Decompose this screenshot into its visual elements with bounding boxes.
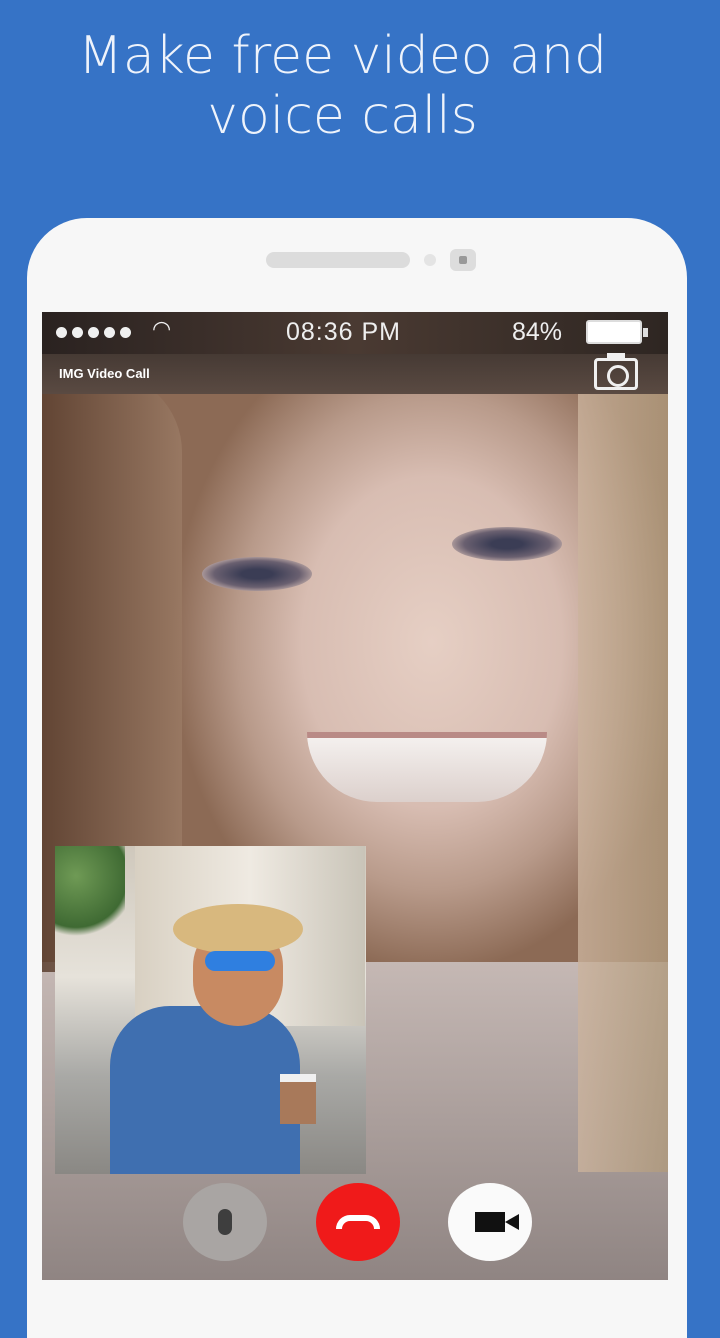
end-call-icon [336,1215,380,1229]
video-camera-icon [475,1212,519,1232]
mute-button[interactable] [183,1183,267,1261]
end-call-button[interactable] [316,1183,400,1261]
switch-camera-icon[interactable] [594,353,638,390]
pip-coffee-cup [280,1074,316,1124]
remote-video-hair-right [578,372,668,1172]
phone-sensor [424,254,436,266]
front-camera-icon [450,249,476,271]
battery-percent: 84% [512,318,563,346]
headline-line-1: Make free video and [78,26,607,86]
remote-video-smile [307,732,547,802]
status-bar: ◠ 08:36 PM 84% [42,312,668,354]
signal-icon [56,327,131,338]
remote-video-eye [452,527,562,561]
pip-person-sunglasses [205,951,275,971]
status-time: 08:36 PM [286,318,402,346]
app-bar: IMG Video Call [42,353,668,394]
promo-headline: Make free video and voice calls [0,26,685,146]
wifi-icon: ◠ [152,316,172,341]
app-title: IMG Video Call [59,366,150,381]
remote-video-eye [202,557,312,591]
self-video-preview[interactable] [55,846,366,1174]
pip-person-hat [173,904,303,954]
headline-line-2: voice calls [207,86,478,146]
battery-icon [586,320,648,344]
video-toggle-button[interactable] [448,1183,532,1261]
microphone-icon [218,1209,232,1235]
pip-person-shirt [110,1006,300,1174]
phone-speaker [266,252,410,268]
pip-tree [55,846,125,946]
